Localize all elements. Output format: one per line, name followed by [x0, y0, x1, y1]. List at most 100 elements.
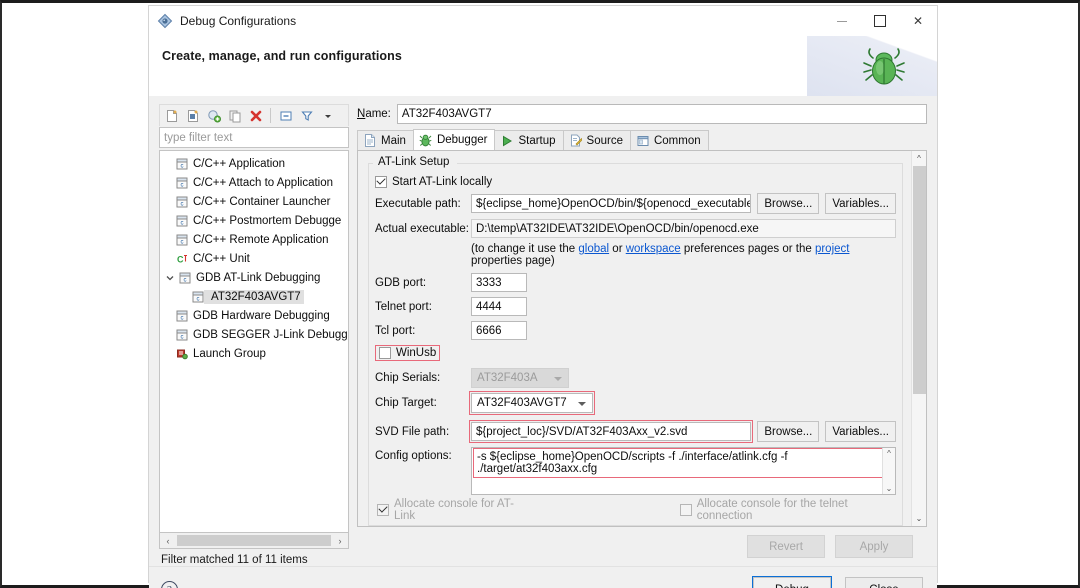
svg-text:c: c — [180, 334, 183, 340]
filter-input[interactable]: type filter text — [159, 127, 349, 148]
tab-source[interactable]: Source — [563, 130, 631, 150]
tree-item[interactable]: Launch Group — [160, 344, 348, 363]
toolbar-separator — [270, 108, 271, 123]
debug-configurations-dialog: Debug Configurations ✕ Create, manage, a… — [148, 5, 938, 583]
chip-target-label: Chip Target: — [375, 397, 471, 409]
config-options-scrollbar[interactable]: ^ ⌄ — [882, 448, 895, 494]
dialog-body: type filter text c C/C++ Application c C… — [149, 96, 937, 588]
svg-text:c: c — [180, 182, 183, 188]
svg-text:c: c — [180, 315, 183, 321]
winusb-row: WinUsb — [375, 345, 896, 361]
scroll-track[interactable] — [912, 166, 927, 511]
svd-variables-button[interactable]: Variables... — [825, 421, 896, 442]
tree-item[interactable]: c GDB SEGGER J-Link Debuggir — [160, 325, 348, 344]
allocate-console-telnet-checkbox[interactable] — [680, 504, 692, 516]
screenshot-root: Debug Configurations ✕ Create, manage, a… — [0, 0, 1080, 588]
debug-button[interactable]: Debug — [753, 577, 831, 588]
c-launch-icon: c — [174, 158, 189, 170]
config-options-label: Config options: — [375, 447, 471, 462]
start-at-link-locally-checkbox[interactable] — [375, 176, 387, 188]
tree-item[interactable]: c C/C++ Remote Application — [160, 230, 348, 249]
config-options-textarea[interactable]: -s ${eclipse_home}OpenOCD/scripts -f ./i… — [471, 447, 896, 495]
winusb-checkbox[interactable] — [379, 347, 391, 359]
tree-item[interactable]: C C/C++ Unit — [160, 249, 348, 268]
cunit-icon: C — [174, 253, 189, 265]
configurations-tree[interactable]: c C/C++ Application c C/C++ Attach to Ap… — [159, 150, 349, 533]
tab-startup[interactable]: Startup — [494, 130, 563, 150]
debugger-panel-scrollbar[interactable]: ^ ⌄ — [911, 151, 926, 526]
maximize-button[interactable] — [861, 6, 899, 36]
tree-item-label: AT32F403AVGT7 — [207, 291, 301, 303]
scroll-thumb[interactable] — [913, 166, 926, 394]
tree-item[interactable]: c C/C++ Container Launcher — [160, 192, 348, 211]
apply-button[interactable]: Apply — [835, 535, 913, 558]
executable-path-input[interactable]: ${eclipse_home}OpenOCD/bin/${openocd_exe… — [471, 194, 751, 213]
workspace-link[interactable]: workspace — [626, 243, 681, 255]
tree-item[interactable]: c GDB Hardware Debugging — [160, 306, 348, 325]
chip-target-select[interactable]: AT32F403AVGT7 — [471, 393, 593, 413]
close-button[interactable]: ✕ — [899, 6, 937, 36]
run-icon — [500, 134, 514, 147]
tree-item[interactable]: c C/C++ Attach to Application — [160, 173, 348, 192]
launch-group-icon — [174, 348, 189, 360]
config-options-value: -s ${eclipse_home}OpenOCD/scripts -f ./i… — [475, 450, 892, 476]
allocate-console-atlink-checkbox[interactable] — [377, 504, 389, 516]
export-icon[interactable] — [204, 106, 223, 125]
svg-text:c: c — [180, 201, 183, 207]
close-dialog-button[interactable]: Close — [845, 577, 923, 588]
duplicate-icon[interactable] — [225, 106, 244, 125]
scroll-up-icon[interactable]: ^ — [887, 448, 891, 459]
view-menu-icon[interactable] — [318, 106, 337, 125]
collapse-all-icon[interactable] — [276, 106, 295, 125]
tab-main[interactable]: Main — [357, 130, 414, 150]
gdb-port-row: GDB port: 3333 — [375, 273, 896, 292]
svg-text:c: c — [180, 220, 183, 226]
allocate-console-telnet-row: Allocate console for the telnet connecti… — [680, 500, 896, 519]
tab-label: Debugger — [437, 134, 488, 146]
svd-browse-button[interactable]: Browse... — [757, 421, 819, 442]
tab-debugger[interactable]: Debugger — [413, 129, 496, 150]
new-configuration-icon[interactable] — [162, 106, 181, 125]
winusb-highlight: WinUsb — [375, 345, 440, 361]
tab-common[interactable]: Common — [630, 130, 709, 150]
filter-status: Filter matched 11 of 11 items — [159, 549, 349, 566]
sidebar-item-at32f403avgt7[interactable]: c AT32F403AVGT7 — [160, 287, 348, 306]
tree-item-label: Launch Group — [189, 348, 266, 360]
gdb-port-input[interactable]: 3333 — [471, 273, 527, 292]
group-body: Start AT-Link locally Executable path: $… — [375, 163, 896, 519]
scroll-right-icon[interactable]: › — [332, 534, 348, 548]
chevron-down-icon[interactable] — [163, 273, 177, 283]
global-link[interactable]: global — [578, 243, 609, 255]
scroll-down-icon[interactable]: ⌄ — [912, 511, 927, 526]
project-link[interactable]: project — [815, 243, 850, 255]
tree-item-label: C/C++ Postmortem Debugge — [189, 215, 341, 227]
executable-path-browse-button[interactable]: Browse... — [757, 193, 819, 214]
debugger-tab-panel: AT-Link Setup Start AT-Link locally Exec… — [357, 151, 927, 527]
start-at-link-locally-row: Start AT-Link locally — [375, 172, 896, 191]
tree-item[interactable]: c GDB AT-Link Debugging — [160, 268, 348, 287]
tree-horizontal-scrollbar[interactable]: ‹ › — [159, 533, 349, 549]
group-title: AT-Link Setup — [375, 156, 452, 168]
name-input[interactable]: AT32F403AVGT7 — [397, 104, 927, 124]
new-prototype-icon[interactable] — [183, 106, 202, 125]
scroll-down-icon[interactable]: ⌄ — [886, 483, 893, 494]
dialog-banner: Create, manage, and run configurations — [149, 36, 937, 96]
scroll-up-icon[interactable]: ^ — [912, 151, 927, 166]
tree-item[interactable]: c C/C++ Postmortem Debugge — [160, 211, 348, 230]
executable-path-variables-button[interactable]: Variables... — [825, 193, 896, 214]
tcl-port-input[interactable]: 6666 — [471, 321, 527, 340]
allocate-console-atlink-label: Allocate console for AT-Link — [394, 498, 528, 522]
tree-item[interactable]: c C/C++ Application — [160, 154, 348, 173]
scroll-left-icon[interactable]: ‹ — [160, 534, 176, 548]
c-launch-icon: c — [174, 310, 189, 322]
window-title: Debug Configurations — [180, 14, 296, 28]
scroll-thumb[interactable] — [177, 535, 331, 546]
telnet-port-input[interactable]: 4444 — [471, 297, 527, 316]
filter-icon[interactable] — [297, 106, 316, 125]
svd-file-path-input[interactable]: ${project_loc}/SVD/AT32F403Axx_v2.svd — [471, 422, 751, 441]
delete-icon[interactable] — [246, 106, 265, 125]
tree-item-label: C/C++ Unit — [189, 253, 250, 265]
revert-button[interactable]: Revert — [747, 535, 825, 558]
help-icon[interactable]: ? — [161, 581, 178, 588]
minimize-button[interactable] — [823, 6, 861, 36]
